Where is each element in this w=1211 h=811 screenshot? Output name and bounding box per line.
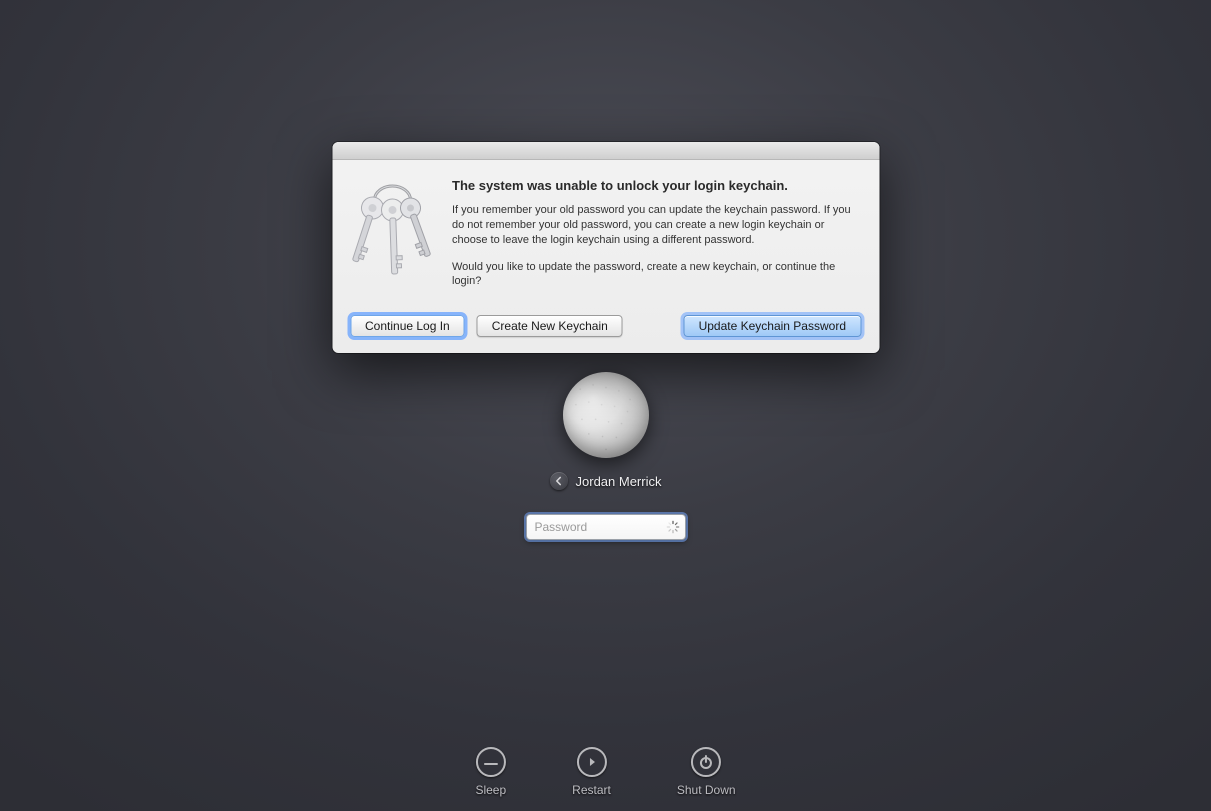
shutdown-label: Shut Down [677,783,736,797]
arrow-left-icon [554,476,564,486]
sleep-label: Sleep [475,783,506,797]
dialog-titlebar [332,142,879,160]
restart-icon [577,747,607,777]
create-new-keychain-button[interactable]: Create New Keychain [477,315,623,337]
power-icon [691,747,721,777]
password-input[interactable] [526,514,686,540]
restart-label: Restart [572,783,611,797]
restart-button[interactable]: Restart [572,747,611,797]
user-display-name: Jordan Merrick [576,474,662,489]
keychain-icon [350,178,434,301]
dialog-body: The system was unable to unlock your log… [332,160,879,309]
power-controls: Sleep Restart Shut Down [475,747,735,797]
golfball-texture [563,372,649,458]
dialog-text: The system was unable to unlock your log… [452,178,859,301]
user-avatar[interactable] [563,372,649,458]
sleep-button[interactable]: Sleep [475,747,506,797]
shutdown-button[interactable]: Shut Down [677,747,736,797]
keychain-dialog: The system was unable to unlock your log… [332,142,879,353]
user-name-row: Jordan Merrick [550,472,662,490]
continue-login-button[interactable]: Continue Log In [350,315,465,337]
dialog-button-row: Continue Log In Create New Keychain Upda… [332,309,879,353]
back-button[interactable] [550,472,568,490]
dialog-paragraph-1: If you remember your old password you ca… [452,203,859,248]
spinner-icon [666,520,680,534]
password-field-wrap [526,514,686,540]
update-keychain-password-button[interactable]: Update Keychain Password [684,315,861,337]
dialog-paragraph-2: Would you like to update the password, c… [452,260,859,290]
login-stack: Jordan Merrick [526,372,686,540]
sleep-icon [476,747,506,777]
dialog-heading: The system was unable to unlock your log… [452,178,859,193]
